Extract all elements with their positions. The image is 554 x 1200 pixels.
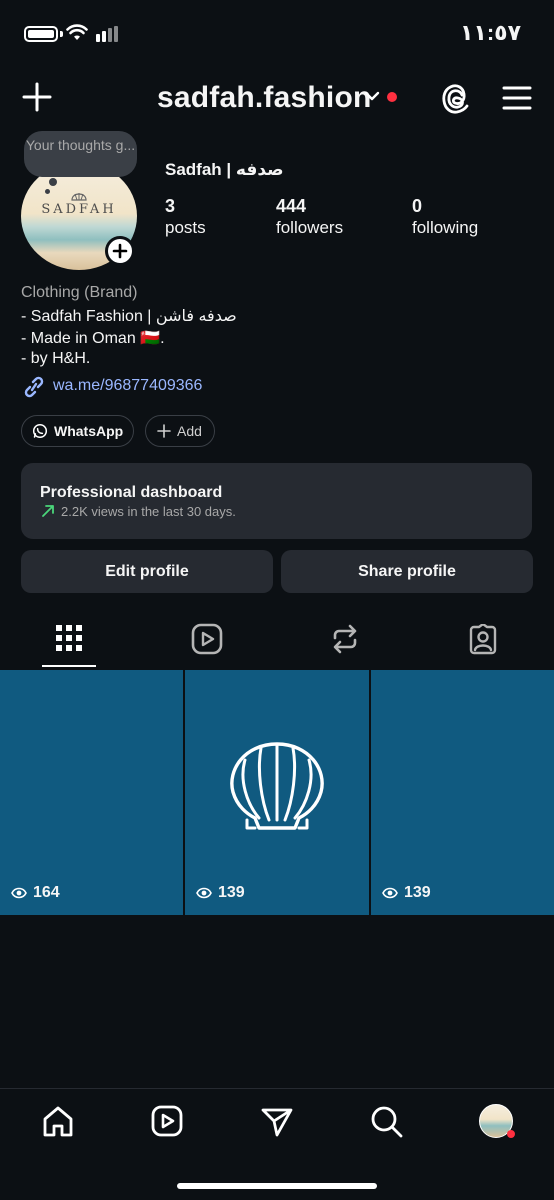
- post-tile[interactable]: 139: [371, 670, 554, 915]
- share-profile-button[interactable]: Share profile: [281, 550, 533, 593]
- create-plus-icon[interactable]: [22, 82, 52, 112]
- home-indicator: [177, 1183, 377, 1189]
- category-label: Clothing (Brand): [21, 284, 138, 301]
- bio-line: - Made in Oman 🇴🇲.: [21, 330, 165, 347]
- followers-label[interactable]: followers: [276, 218, 343, 238]
- bottom-nav-divider: [0, 1088, 554, 1089]
- tagged-icon[interactable]: [468, 624, 498, 655]
- eye-icon: [196, 887, 212, 899]
- notification-dot: [507, 1130, 515, 1138]
- professional-dashboard[interactable]: Professional dashboard 2.2K views in the…: [21, 463, 532, 539]
- view-count: 164: [11, 884, 60, 902]
- username-title[interactable]: sadfah.fashion: [157, 81, 372, 115]
- view-count-value: 164: [33, 884, 60, 901]
- seashell-icon: [230, 742, 324, 830]
- reels-icon[interactable]: [191, 623, 223, 655]
- avatar-logo-text: SADFAH: [41, 202, 117, 217]
- add-label: Add: [177, 423, 202, 439]
- bio-line: - Sadfah Fashion | صدفه فاشن: [21, 308, 237, 325]
- dashboard-subtitle: 2.2K views in the last 30 days.: [61, 504, 236, 519]
- add-link-button[interactable]: Add: [145, 415, 215, 447]
- grid-icon[interactable]: [56, 625, 82, 651]
- dashboard-title: Professional dashboard: [40, 484, 223, 501]
- website-link[interactable]: wa.me/96877409366: [53, 377, 202, 395]
- note-bubble-dot-small: [45, 189, 50, 194]
- post-tile[interactable]: 139: [185, 670, 369, 915]
- bio-line: - by H&H.: [21, 350, 91, 367]
- reels-icon[interactable]: [151, 1105, 183, 1137]
- following-count[interactable]: 0: [412, 196, 422, 217]
- view-count-value: 139: [218, 884, 245, 901]
- trend-up-arrow-icon: [42, 505, 54, 517]
- wifi-icon: [66, 24, 88, 40]
- notification-dot: [387, 92, 397, 102]
- whatsapp-icon: [32, 423, 48, 439]
- shell-logo-icon: [71, 193, 87, 201]
- posts-count: 3: [165, 196, 176, 216]
- note-bubble-dot: [49, 178, 57, 186]
- threads-icon[interactable]: [440, 82, 472, 116]
- home-icon[interactable]: [41, 1105, 75, 1139]
- direct-message-icon[interactable]: [260, 1106, 294, 1138]
- search-icon[interactable]: [370, 1105, 404, 1139]
- active-tab-underline: [42, 665, 96, 667]
- view-count-value: 139: [404, 884, 431, 901]
- chevron-down-icon[interactable]: [364, 90, 380, 102]
- eye-icon: [11, 887, 27, 899]
- hamburger-menu-icon[interactable]: [502, 85, 532, 111]
- followers-count[interactable]: 444: [276, 196, 306, 217]
- view-count: 139: [382, 884, 431, 902]
- signal-icon: [96, 26, 118, 42]
- status-time: ١١:٥٧: [460, 20, 522, 45]
- whatsapp-button[interactable]: WhatsApp: [21, 415, 134, 447]
- edit-profile-button[interactable]: Edit profile: [21, 550, 273, 593]
- note-bubble[interactable]: Your thoughts g...: [24, 131, 137, 177]
- eye-icon: [382, 887, 398, 899]
- following-label[interactable]: following: [412, 218, 478, 238]
- link-icon: [24, 376, 44, 398]
- add-story-button[interactable]: [105, 236, 135, 266]
- posts-label: posts: [165, 218, 206, 237]
- view-count: 139: [196, 884, 245, 902]
- battery-icon: [24, 26, 58, 42]
- reposts-icon[interactable]: [330, 623, 360, 655]
- whatsapp-label: WhatsApp: [54, 423, 124, 439]
- plus-icon: [112, 243, 128, 259]
- display-name: Sadfah | صدفه: [165, 160, 284, 179]
- battery-tip: [60, 31, 63, 37]
- post-tile[interactable]: 164: [0, 670, 183, 915]
- plus-icon: [157, 424, 171, 438]
